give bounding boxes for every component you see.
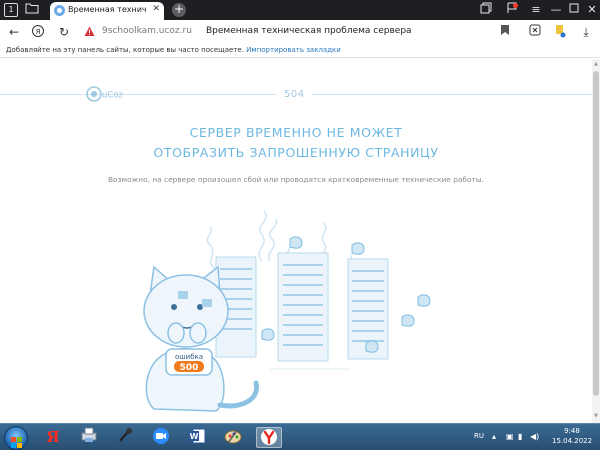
alice-icon[interactable] (552, 24, 568, 40)
volume-icon[interactable]: ◀) (530, 432, 539, 441)
scroll-thumb[interactable] (593, 71, 599, 396)
page-title-text: Временная техническая проблема сервера (206, 26, 412, 36)
bookmark-icon[interactable] (497, 24, 513, 40)
network-icon[interactable]: ▮ (518, 432, 522, 441)
site-favicon-icon (54, 5, 65, 16)
svg-text:Я: Я (46, 428, 59, 445)
download-icon[interactable]: ⤓ (578, 24, 594, 40)
scroll-up-icon[interactable]: ▲ (593, 61, 599, 67)
maximize-icon[interactable] (566, 2, 582, 18)
clock-time[interactable]: 9:48 (552, 427, 592, 435)
sign-bottom-text: 500 (180, 363, 199, 373)
warning-icon[interactable] (84, 26, 95, 37)
bookmarks-hint-text: Добавляйте на эту панель сайты, которые … (6, 46, 247, 54)
printer-icon[interactable] (76, 427, 102, 448)
menu-icon[interactable]: ≡ (528, 2, 544, 18)
svg-text:W: W (190, 432, 199, 441)
tray-arrow-icon[interactable]: ▴ (492, 432, 496, 441)
server-cat-illustration: ошибка 500 (143, 210, 431, 412)
page-scrollbar[interactable]: ▲ ▼ (592, 59, 600, 423)
error-code: 504 (284, 89, 305, 100)
paint-icon[interactable] (220, 427, 246, 448)
error-subtitle: Возможно, на сервере произошел сбой или … (107, 175, 484, 184)
ucoz-logo[interactable]: uCoz (86, 86, 126, 102)
yandex-icon[interactable]: Я (40, 427, 66, 448)
sign-top-text: ошибка (175, 353, 203, 361)
error-title-line1: СЕРВЕР ВРЕМЕННО НЕ МОЖЕТ (189, 125, 403, 140)
yandex-protect-icon[interactable]: Я (30, 24, 46, 40)
scroll-down-icon[interactable]: ▼ (593, 413, 599, 419)
bookmarks-hint: Добавляйте на эту панель сайты, которые … (6, 46, 341, 54)
folder-icon[interactable] (24, 2, 40, 18)
microphone-icon[interactable] (112, 427, 138, 448)
language-indicator[interactable]: RU (474, 432, 484, 440)
tab-active[interactable]: Временная техническ ✕ (50, 2, 164, 20)
svg-text:Я: Я (36, 28, 41, 36)
divider-right (312, 94, 592, 95)
zoom-icon[interactable] (148, 427, 174, 448)
new-tab-button[interactable]: + (172, 3, 186, 17)
yandex-browser-icon[interactable] (256, 427, 282, 448)
bookmarks-bar: Добавляйте на эту панель сайты, которые … (0, 44, 600, 58)
url-text[interactable]: 9schoolkam.ucoz.ru (102, 26, 192, 36)
tabs-icon[interactable] (478, 2, 494, 18)
server-racks (215, 252, 389, 370)
windows-taskbar: Я W RU ▴ ▣ ▮ ◀) 9:48 15.04.2022 (0, 423, 600, 450)
reload-icon[interactable]: ↻ (56, 24, 72, 40)
tab-label: Временная техническ (68, 5, 146, 14)
import-bookmarks-link[interactable]: Импортировать закладки (246, 46, 341, 54)
notification-dot (513, 3, 518, 8)
error-title-line2: ОТОБРАЗИТЬ ЗАПРОШЕННУЮ СТРАНИЦУ (153, 145, 439, 160)
extensions-icon[interactable] (527, 24, 543, 40)
tray-app-icon[interactable]: ▣ (506, 432, 514, 441)
close-icon[interactable]: ✕ (152, 4, 160, 14)
browser-tabbar: 1 Временная техническ ✕ + ≡ — ✕ (0, 0, 600, 20)
clock-date[interactable]: 15.04.2022 (552, 437, 592, 445)
word-icon[interactable]: W (184, 427, 210, 448)
windows-logo-icon (11, 433, 22, 448)
page-content: uCoz 504 СЕРВЕР ВРЕМЕННО НЕ МОЖЕТ ОТОБРА… (0, 59, 600, 423)
divider-left (0, 94, 276, 95)
tab-counter-icon[interactable]: 1 (4, 3, 18, 17)
error-sign: ошибка 500 (165, 348, 213, 376)
address-bar: ← Я ↻ 9schoolkam.ucoz.ru Временная техни… (0, 20, 600, 44)
window-close-icon[interactable]: ✕ (584, 2, 600, 18)
ucoz-logo-text: uCoz (102, 91, 124, 101)
start-button[interactable] (4, 426, 28, 450)
back-arrow-icon[interactable]: ← (6, 24, 22, 40)
minimize-icon[interactable]: — (548, 2, 564, 18)
